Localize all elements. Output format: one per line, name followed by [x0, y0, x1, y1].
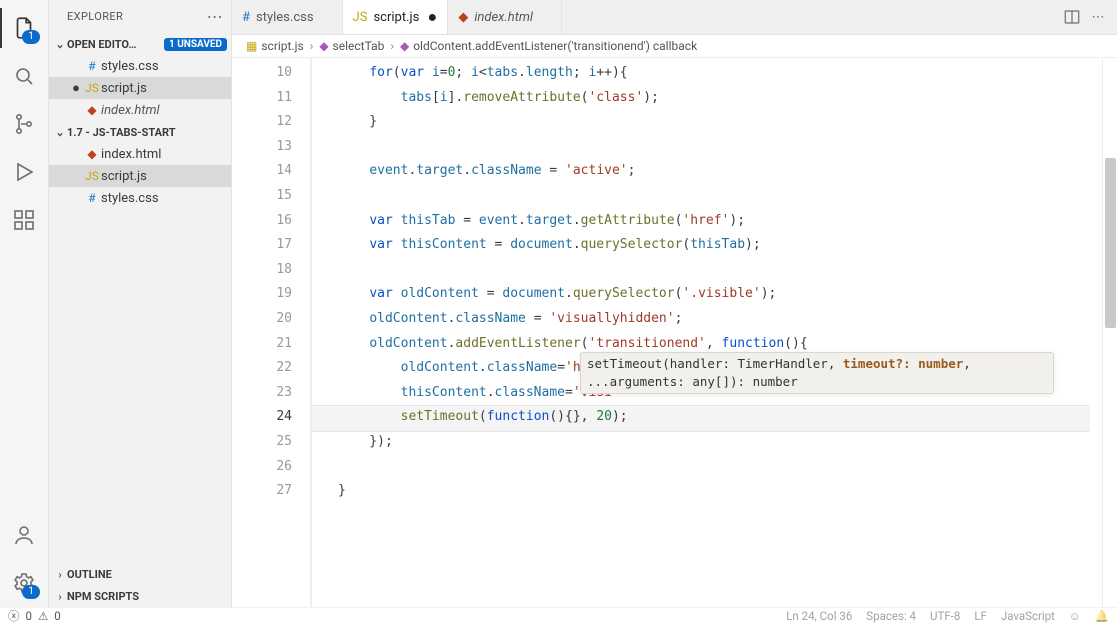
folder-list: ◆index.htmlJSscript.js#styles.css — [49, 143, 231, 209]
dirty-indicator-icon: ● — [427, 12, 437, 22]
errors-icon[interactable]: ⓧ — [8, 608, 20, 624]
breadcrumb-symbol[interactable]: oldContent.addEventListener('transitione… — [413, 39, 697, 53]
npm-scripts-header[interactable]: › NPM SCRIPTS — [49, 585, 231, 607]
chevron-right-icon: › — [53, 568, 67, 581]
open-editors-header[interactable]: ⌄ OPEN EDITO… 1 UNSAVED — [49, 33, 231, 55]
run-debug-icon[interactable] — [10, 158, 38, 186]
status-eol[interactable]: LF — [974, 609, 987, 623]
editor-tab[interactable]: JS script.js ● — [343, 0, 449, 34]
search-icon[interactable] — [10, 62, 38, 90]
source-control-icon[interactable] — [10, 110, 38, 138]
editor-more-icon[interactable]: ⋯ — [1085, 4, 1111, 30]
sidebar-title: EXPLORER — [67, 10, 207, 23]
sidebar-header: EXPLORER ⋯ — [49, 0, 231, 33]
file-icon: # — [83, 59, 101, 73]
file-icon: ◆ — [83, 147, 101, 161]
file-label: styles.css — [101, 59, 159, 74]
explorer-icon[interactable]: 1 — [10, 14, 38, 42]
chevron-right-icon: › — [53, 590, 67, 603]
file-icon: JS — [83, 169, 101, 183]
breadcrumb[interactable]: ▦ script.js › ◆ selectTab › ◆ oldContent… — [232, 35, 1117, 58]
status-language[interactable]: JavaScript — [1001, 609, 1055, 623]
tab-label: script.js — [373, 10, 419, 25]
file-label: index.html — [101, 103, 160, 118]
minimap[interactable] — [1102, 58, 1117, 607]
tab-label: index.html — [474, 10, 533, 25]
status-bar: ⓧ0 ⚠0 Ln 24, Col 36 Spaces: 4 UTF-8 LF J… — [0, 607, 1117, 624]
split-editor-icon[interactable] — [1059, 4, 1085, 30]
outline-header[interactable]: › OUTLINE — [49, 563, 231, 585]
open-editor-item[interactable]: ◆index.html — [49, 99, 231, 121]
editor-tabbar: # styles.css JS script.js ● ◆ index.html ⋯ — [232, 0, 1117, 35]
extensions-icon[interactable] — [10, 206, 38, 234]
tab-label: styles.css — [256, 10, 314, 25]
editor-tab[interactable]: # styles.css — [232, 0, 343, 34]
code-editor[interactable]: 101112131415161718192021222324252627 for… — [232, 58, 1117, 607]
folder-file-item[interactable]: JSscript.js — [49, 165, 231, 187]
status-cursor-pos[interactable]: Ln 24, Col 36 — [786, 609, 852, 623]
file-icon: # — [83, 191, 101, 205]
file-label: script.js — [101, 81, 147, 96]
folder-file-item[interactable]: ◆index.html — [49, 143, 231, 165]
chevron-down-icon: ⌄ — [53, 126, 67, 139]
open-editor-item[interactable]: #styles.css — [49, 55, 231, 77]
signature-help-popup: setTimeout(handler: TimerHandler, timeou… — [580, 352, 1054, 394]
folder-file-item[interactable]: #styles.css — [49, 187, 231, 209]
status-feedback-icon[interactable]: ☺ — [1069, 609, 1081, 623]
open-editors-list: #styles.css●JSscript.js◆index.html — [49, 55, 231, 121]
file-icon: ◆ — [83, 103, 101, 117]
breadcrumb-symbol[interactable]: selectTab — [333, 39, 385, 53]
file-label: script.js — [101, 169, 147, 184]
line-gutter: 101112131415161718192021222324252627 — [232, 58, 312, 607]
sidebar: EXPLORER ⋯ ⌄ OPEN EDITO… 1 UNSAVED #styl… — [49, 0, 232, 607]
editor-tab[interactable]: ◆ index.html — [448, 0, 562, 34]
file-icon: ◆ — [458, 10, 468, 25]
editor-group: # styles.css JS script.js ● ◆ index.html ⋯ ▦ s… — [232, 0, 1117, 607]
status-encoding[interactable]: UTF-8 — [930, 609, 960, 623]
explorer-badge: 1 — [22, 30, 40, 44]
file-label: index.html — [101, 147, 161, 162]
status-spaces[interactable]: Spaces: 4 — [866, 609, 916, 623]
chevron-down-icon: ⌄ — [53, 38, 67, 51]
account-icon[interactable] — [10, 521, 38, 549]
warnings-icon[interactable]: ⚠ — [38, 609, 48, 623]
file-icon: JS — [83, 81, 101, 95]
method-icon: ◆ — [400, 39, 409, 53]
sidebar-more-icon[interactable]: ⋯ — [207, 7, 223, 26]
method-icon: ◆ — [319, 39, 328, 53]
code-content[interactable]: for(var i=0; i<tabs.length; i++){ tabs[i… — [312, 58, 1102, 504]
status-bell-icon[interactable]: 🔔 — [1095, 609, 1109, 623]
breadcrumb-file[interactable]: script.js — [261, 39, 303, 53]
unsaved-badge: 1 UNSAVED — [164, 38, 227, 51]
folder-header[interactable]: ⌄ 1.7 - JS-TABS-START — [49, 121, 231, 143]
file-icon: JS — [353, 10, 368, 25]
minimap-slider[interactable] — [1105, 158, 1116, 328]
settings-gear-icon[interactable]: 1 — [10, 569, 38, 597]
settings-badge: 1 — [22, 585, 40, 599]
js-file-icon: ▦ — [246, 39, 257, 53]
file-label: styles.css — [101, 191, 159, 206]
open-editor-item[interactable]: ●JSscript.js — [49, 77, 231, 99]
file-icon: # — [242, 10, 250, 25]
activity-bar: 1 1 — [0, 0, 49, 607]
